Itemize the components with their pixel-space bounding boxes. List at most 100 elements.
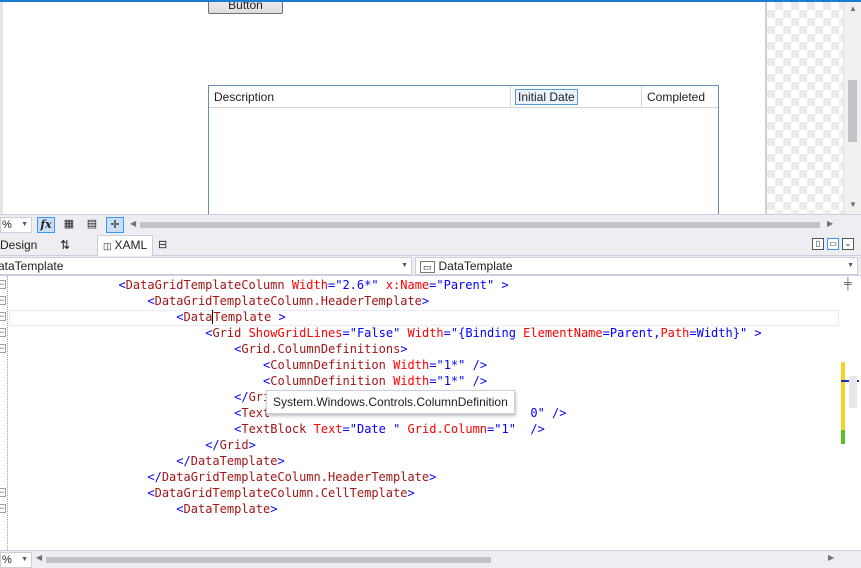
datagrid-column-initial-date[interactable]: Initial Date [511, 86, 642, 108]
code-token: Template [213, 310, 272, 324]
grid-toggle-icon[interactable]: ▦ [60, 217, 78, 233]
scope-combo[interactable]: ataTemplate ▼ [0, 257, 412, 275]
code-token: DataGridTemplateColumn [125, 278, 285, 292]
datagrid-column-completed[interactable]: Completed [642, 86, 718, 108]
code-token: </ [234, 390, 249, 404]
code-token: > [400, 342, 408, 356]
collapse-icon[interactable]: − [0, 280, 6, 289]
collapse-icon[interactable]: − [0, 488, 6, 497]
code-line[interactable]: <DataGridTemplateColumn.HeaderTemplate> [147, 293, 429, 309]
code-token: Width [284, 278, 328, 292]
element-combo[interactable]: ▭ DataTemplate ▼ [415, 257, 858, 275]
tab-design[interactable]: Design [0, 236, 37, 254]
editor-scroll-thumb[interactable] [849, 376, 857, 408]
code-line[interactable]: </DataGridTemplateColumn.HeaderTemplate> [147, 469, 436, 485]
code-line[interactable]: <DataGridTemplateColumn.CellTemplate> [147, 485, 414, 501]
code-line[interactable]: <Grid.ColumnDefinitions> [234, 341, 407, 357]
code-token: </ [176, 454, 191, 468]
code-token: > [429, 470, 437, 484]
collapse-icon[interactable]: − [0, 328, 6, 337]
expand-pane-icon[interactable]: ⊟ [158, 236, 167, 254]
collapse-icon[interactable]: − [0, 296, 6, 305]
snap-grid-icon[interactable]: ▤ [83, 217, 101, 233]
scroll-right-arrow-icon[interactable]: ▶ [827, 219, 833, 228]
design-surface[interactable]: Button Description Initial Date Complete… [0, 2, 861, 214]
chevron-down-icon: ▼ [847, 262, 854, 269]
collapse-pane-icon[interactable]: ⌄ [842, 238, 854, 250]
code-token: 0 [530, 406, 538, 420]
code-token: =" [429, 278, 444, 292]
code-token: Grid [212, 326, 242, 340]
code-token: DataGridTemplateColumn.HeaderTemplate [154, 294, 422, 308]
editor-hscroll-thumb[interactable] [46, 557, 491, 563]
collapse-icon[interactable]: − [0, 312, 6, 321]
code-line[interactable]: </DataTemplate> [176, 453, 284, 469]
code-line[interactable]: <DataTemplate > [176, 309, 286, 325]
code-line[interactable]: <ColumnDefinition Width="1*" /> [263, 357, 487, 373]
code-token: DataTemplate [183, 502, 271, 516]
code-token: Grid.ColumnDefinitions [241, 342, 401, 356]
code-token: Parent [443, 278, 487, 292]
designer-scroll-thumb[interactable] [848, 80, 857, 142]
scroll-right-arrow-icon[interactable]: ▶ [828, 553, 834, 562]
designer-zoom-combo[interactable]: % ▼ [0, 217, 32, 233]
collapse-icon[interactable]: − [0, 344, 6, 353]
code-token: Grid [219, 438, 249, 452]
tab-xaml[interactable]: ◫ XAML [97, 235, 154, 256]
designer-hscroll-thumb[interactable] [140, 222, 820, 228]
swap-panes-icon[interactable]: ⇅ [60, 236, 70, 254]
snap-lines-icon[interactable]: ✛ [106, 217, 124, 233]
designer-vertical-scrollbar[interactable]: ▲ ▼ [843, 2, 861, 214]
code-line[interactable]: <TextBlock Text="Date " Grid.Column="1" … [234, 421, 545, 437]
artboard-edge [0, 2, 3, 214]
tab-xaml-label: XAML [114, 238, 148, 252]
view-tab-bar: Design ⇅ ◫ XAML ⊟ ▯ ▭ ⌄ [0, 234, 861, 256]
designer-button[interactable]: Button [208, 2, 283, 14]
code-token: > [271, 310, 286, 324]
formula-button[interactable]: fx [37, 217, 55, 233]
code-token: DataGridTemplateColumn.CellTemplate [154, 486, 408, 500]
scroll-left-arrow-icon[interactable]: ◀ [36, 553, 42, 562]
editor-vertical-scrollbar[interactable]: ╪ [840, 276, 861, 550]
code-token: " > [739, 326, 762, 340]
code-token: " /> [508, 422, 545, 436]
code-token: =" [342, 326, 357, 340]
code-line[interactable]: <DataGridTemplateColumn Width="2.6*" x:N… [118, 277, 508, 293]
code-line[interactable]: <Grid ShowGridLines="False" Width="{Bind… [205, 325, 761, 341]
code-token: < [118, 278, 126, 292]
code-line[interactable]: <ColumnDefinition Width="1*" /> [263, 373, 487, 389]
editor-zoom-value: % [2, 554, 12, 566]
designer-horizontal-scrollbar[interactable]: ◀ ▶ [130, 219, 843, 230]
code-token: Data [183, 310, 213, 324]
scroll-down-arrow-icon[interactable]: ▼ [848, 200, 858, 209]
code-line[interactable]: <DataTemplate> [176, 501, 277, 517]
code-token: Grid.Column [400, 422, 488, 436]
vertical-split-icon[interactable]: ▯ [812, 238, 824, 250]
code-token: ShowGridLines [241, 326, 343, 340]
horizontal-split-icon[interactable]: ▭ [827, 238, 839, 250]
datagrid-column-description[interactable]: Description [209, 86, 511, 108]
code-token: TextBlock [241, 422, 307, 436]
scroll-left-arrow-icon[interactable]: ◀ [130, 219, 136, 228]
code-token: Text [306, 422, 343, 436]
split-handle-icon[interactable]: ╪ [844, 278, 852, 290]
collapse-icon[interactable]: − [0, 504, 6, 513]
element-icon: ▭ [420, 261, 435, 273]
designer-datagrid[interactable]: Description Initial Date Completed [208, 85, 719, 214]
code-token: =" [429, 358, 444, 372]
selected-column-header[interactable]: Initial Date [515, 89, 578, 105]
code-token: > [248, 438, 256, 452]
navigation-bar: ataTemplate ▼ ▭ DataTemplate ▼ [0, 256, 861, 276]
code-token: " [371, 278, 379, 292]
xaml-code-editor[interactable]: − − − − − − − <DataGridTemplateColumn Wi… [0, 276, 861, 550]
code-token: < [176, 502, 184, 516]
code-token: < [147, 294, 155, 308]
code-line[interactable]: </Gri [234, 389, 270, 405]
code-token: =" [443, 326, 459, 340]
editor-zoom-combo[interactable]: % ▼ [0, 552, 32, 568]
xaml-file-icon: ◫ [103, 241, 112, 251]
code-token: =" [429, 374, 444, 388]
code-line[interactable]: </Grid> [205, 437, 256, 453]
code-token: =" [327, 278, 343, 292]
scroll-up-arrow-icon[interactable]: ▲ [848, 4, 858, 13]
